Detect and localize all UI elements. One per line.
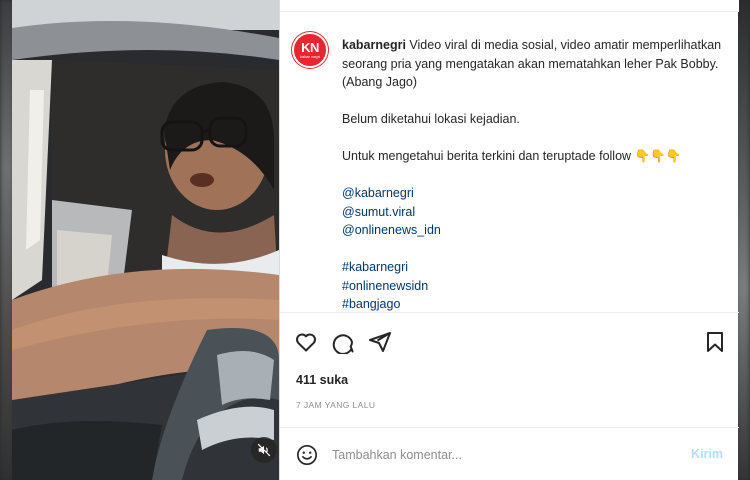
emoji-button[interactable] bbox=[296, 444, 318, 466]
comment-button[interactable] bbox=[330, 329, 356, 355]
post-header-edge bbox=[280, 0, 739, 12]
heart-icon bbox=[296, 333, 316, 352]
avatar-logo-subtext: kabar negri bbox=[299, 54, 320, 59]
hashtag-link[interactable]: #onlinenewsidn bbox=[342, 277, 727, 296]
avatar[interactable]: KN kabar negri bbox=[292, 32, 328, 68]
mention-link[interactable]: @kabarnegri bbox=[342, 184, 727, 203]
screen: KN kabar negri kabarnegri Video viral di… bbox=[0, 0, 750, 480]
like-count[interactable]: 411 suka bbox=[296, 373, 348, 387]
mention-link[interactable]: @onlinenews_idn bbox=[342, 221, 727, 240]
action-bar bbox=[280, 312, 739, 367]
share-icon bbox=[369, 332, 391, 352]
caption-area: KN kabar negri kabarnegri Video viral di… bbox=[280, 12, 739, 312]
hashtag-link[interactable]: #bangjago bbox=[342, 295, 727, 312]
comment-bar: Kirim bbox=[280, 427, 739, 480]
like-button[interactable] bbox=[293, 329, 319, 355]
caption-line-3: Untuk mengetahui berita terkini dan teru… bbox=[342, 149, 682, 163]
post-video[interactable] bbox=[12, 0, 279, 480]
caption-text: kabarnegri Video viral di media sosial, … bbox=[342, 36, 727, 312]
caption-line-2: Belum diketahui lokasi kejadian. bbox=[342, 112, 520, 126]
avatar-logo-text: KN bbox=[301, 40, 319, 55]
video-frame bbox=[12, 0, 279, 480]
muted-speaker-icon bbox=[257, 443, 271, 457]
share-button[interactable] bbox=[367, 329, 393, 355]
comment-icon bbox=[332, 334, 354, 354]
comment-input[interactable] bbox=[332, 445, 662, 465]
mention-link[interactable]: @sumut.viral bbox=[342, 203, 727, 222]
mute-button[interactable] bbox=[251, 437, 277, 463]
username-link[interactable]: kabarnegri bbox=[342, 38, 406, 52]
post-timestamp[interactable]: 7 JAM YANG LALU bbox=[296, 400, 375, 410]
hashtag-link[interactable]: #kabarnegri bbox=[342, 258, 727, 277]
save-button[interactable] bbox=[702, 329, 728, 355]
post-panel: KN kabar negri kabarnegri Video viral di… bbox=[279, 0, 739, 480]
bookmark-icon bbox=[707, 332, 723, 352]
smile-icon bbox=[297, 445, 317, 465]
mention-list: @kabarnegri @sumut.viral @onlinenews_idn bbox=[342, 184, 727, 240]
hashtag-list: #kabarnegri #onlinenewsidn #bangjago bbox=[342, 258, 727, 312]
post-comment-button[interactable]: Kirim bbox=[691, 447, 723, 461]
